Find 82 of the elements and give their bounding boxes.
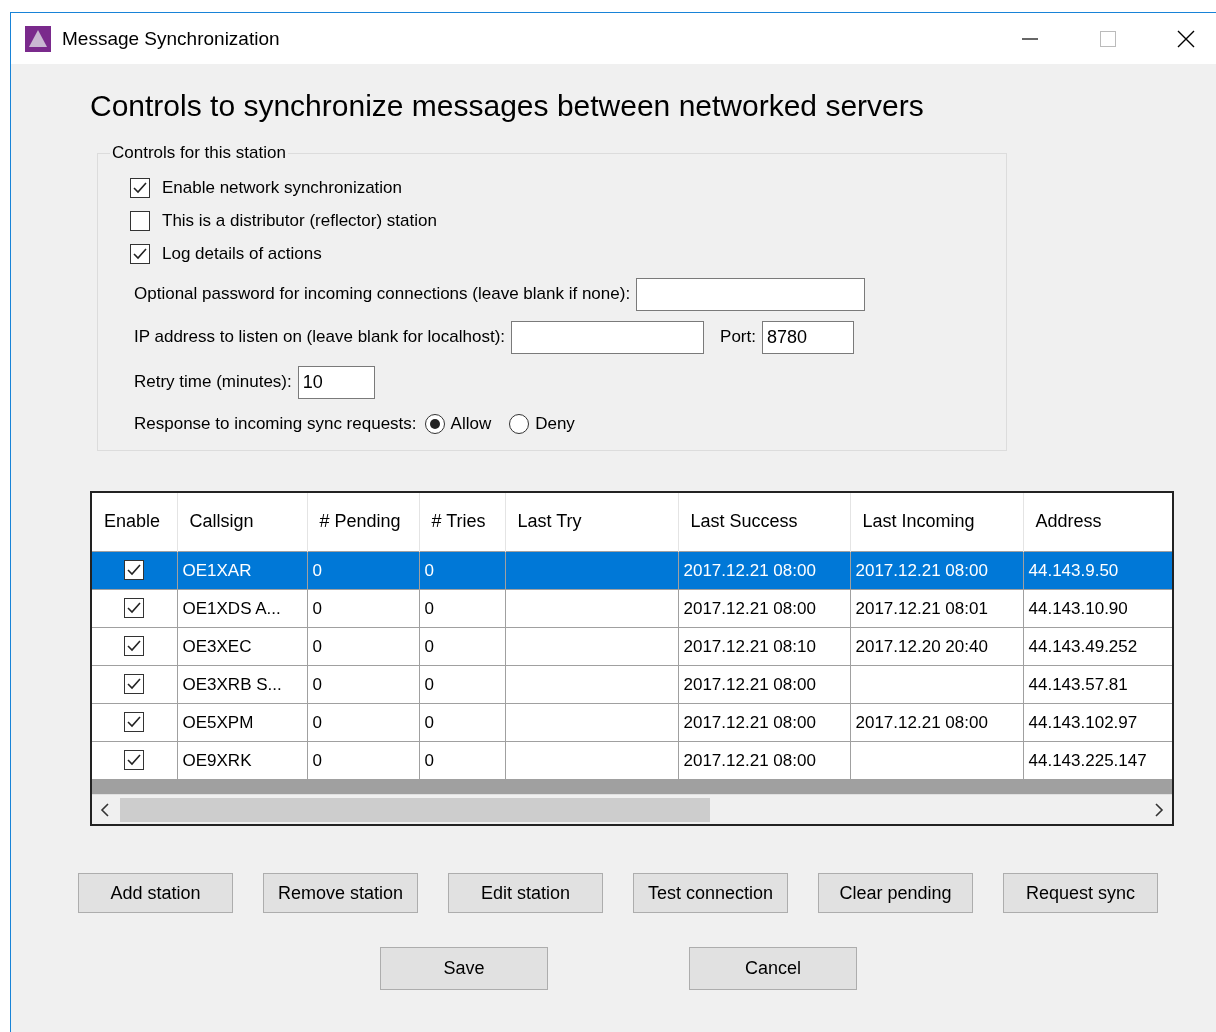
- field-label: Optional password for incoming connections (leave blank if none):: [134, 284, 631, 304]
- group-label: Controls for this station: [111, 143, 287, 163]
- enable-checkbox[interactable]: [124, 635, 145, 656]
- table-cell: OE5XPM: [182, 712, 254, 732]
- table-cell: 2017.12.21 08:01: [855, 598, 988, 618]
- app-icon: [25, 25, 51, 52]
- table-cell: 44.143.102.97: [1028, 712, 1138, 732]
- table-row[interactable]: OE9XRK 0 0 2017.12.21 08:00 44.143.225.147: [92, 741, 1172, 779]
- radio-label: Allow: [450, 414, 492, 434]
- enable-checkbox[interactable]: [124, 673, 145, 694]
- table-cell: 0: [312, 750, 322, 770]
- checkbox[interactable]: [130, 177, 150, 198]
- station-action-button[interactable]: Edit station: [448, 873, 603, 913]
- checkbox-label: This is a distributor (reflector) station: [162, 210, 437, 231]
- table-cell: 2017.12.21 08:00: [683, 560, 816, 580]
- table-cell: 0: [424, 674, 434, 694]
- port-field[interactable]: 8780: [761, 320, 854, 354]
- table-cell: 0: [424, 750, 434, 770]
- table-cell: 2017.12.21 08:00: [683, 674, 816, 694]
- table-cell: 44.143.9.50: [1028, 560, 1119, 580]
- enable-checkbox[interactable]: [124, 749, 145, 770]
- checkbox[interactable]: [130, 243, 150, 264]
- station-action-button[interactable]: Add station: [78, 873, 233, 913]
- field-label: IP address to listen on (leave blank for localhost):: [134, 327, 506, 347]
- enable-checkbox[interactable]: [124, 559, 145, 580]
- retry-field[interactable]: 10: [297, 365, 375, 399]
- table-cell: 2017.12.21 08:00: [683, 750, 816, 770]
- table-cell: 44.143.225.147: [1028, 750, 1147, 770]
- table-row[interactable]: OE1XAR 0 0 2017.12.21 08:00 2017.12.21 08:00 44.143.9.50: [92, 551, 1172, 589]
- table-cell: 0: [312, 712, 322, 732]
- enable-checkbox[interactable]: [124, 711, 145, 732]
- table-row[interactable]: OE5XPM 0 0 2017.12.21 08:00 2017.12.21 08:00 44.143.102.97: [92, 703, 1172, 741]
- table-cell: 0: [424, 712, 434, 732]
- station-action-button[interactable]: Clear pending: [818, 873, 973, 913]
- scrollbar-thumb[interactable]: [120, 797, 710, 822]
- table-cell: 0: [424, 598, 434, 618]
- table-row[interactable]: OE1XDS A... 0 0 2017.12.21 08:00 2017.12.21 08:01 44.143.10.90: [92, 589, 1172, 627]
- table-cell: 0: [312, 674, 322, 694]
- close-icon[interactable]: [1176, 28, 1196, 49]
- radio-label: Deny: [535, 414, 575, 434]
- table-cell: 44.143.49.252: [1028, 636, 1138, 656]
- checkbox[interactable]: [130, 210, 150, 231]
- table-cell: 0: [424, 560, 434, 580]
- radio-button[interactable]: [509, 414, 530, 434]
- horizontal-scrollbar[interactable]: [92, 793, 1172, 824]
- table-cell: OE1XAR: [182, 560, 252, 580]
- radio-button[interactable]: [424, 414, 445, 434]
- dialog-button[interactable]: Save: [380, 947, 548, 990]
- window-title: Message Synchronization: [62, 27, 280, 50]
- chevron-left-icon[interactable]: [100, 802, 110, 817]
- checkbox-label: Enable network synchronization: [162, 177, 403, 198]
- table-cell: 44.143.10.90: [1028, 598, 1128, 618]
- table-cell: OE3XEC: [182, 636, 252, 656]
- checkbox-label: Log details of actions: [162, 243, 322, 264]
- field-label: Response to incoming sync requests:: [134, 414, 417, 434]
- station-action-button[interactable]: Remove station: [263, 873, 418, 913]
- table-cell: OE3XRB S...: [182, 674, 282, 694]
- table-cell: 2017.12.21 08:10: [683, 636, 816, 656]
- table-row[interactable]: OE3XRB S... 0 0 2017.12.21 08:00 44.143.57.81: [92, 665, 1172, 703]
- table-cell: 2017.12.21 08:00: [855, 712, 988, 732]
- table-cell: OE9XRK: [182, 750, 252, 770]
- table-cell: 44.143.57.81: [1028, 674, 1128, 694]
- dialog-button[interactable]: Cancel: [689, 947, 857, 990]
- ip-address-field[interactable]: [511, 320, 705, 354]
- table-cell: 2017.12.21 08:00: [683, 598, 816, 618]
- table-row[interactable]: OE3XEC 0 0 2017.12.21 08:10 2017.12.20 20:40 44.143.49.252: [92, 627, 1172, 665]
- station-action-button[interactable]: Test connection: [633, 873, 788, 913]
- table-cell: 2017.12.21 08:00: [855, 560, 988, 580]
- field-label: Port:: [720, 327, 756, 347]
- chevron-right-icon[interactable]: [1154, 802, 1164, 817]
- table-cell: OE1XDS A...: [182, 598, 281, 618]
- field-label: Retry time (minutes):: [134, 372, 292, 392]
- station-action-button[interactable]: Request sync: [1003, 873, 1158, 913]
- table-cell: 0: [312, 598, 322, 618]
- heading: Controls to synchronize messages between networked servers: [90, 88, 925, 124]
- table-cell: 0: [424, 636, 434, 656]
- table-cell: 0: [312, 636, 322, 656]
- table-cell: 0: [312, 560, 322, 580]
- table-cell: 2017.12.20 20:40: [855, 636, 988, 656]
- enable-checkbox[interactable]: [124, 597, 145, 618]
- table-cell: 2017.12.21 08:00: [683, 712, 816, 732]
- password-field[interactable]: [636, 277, 866, 311]
